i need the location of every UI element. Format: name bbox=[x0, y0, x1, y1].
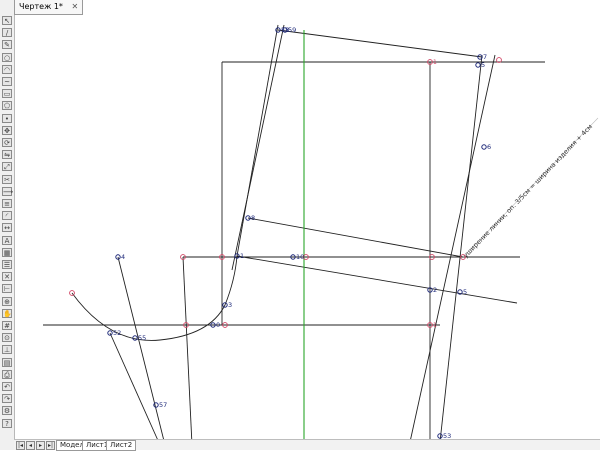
point-label: 8 bbox=[251, 214, 255, 222]
armhole-curve bbox=[71, 255, 238, 341]
point-label: 0 bbox=[216, 321, 220, 329]
last-sheet-icon[interactable]: ▸| bbox=[46, 441, 55, 450]
construction-point[interactable] bbox=[437, 433, 443, 439]
slant-line-left-a bbox=[236, 24, 279, 257]
point-label: 10 bbox=[296, 253, 304, 261]
next-sheet-icon[interactable]: ▸ bbox=[36, 441, 45, 450]
slant-line-lower-a bbox=[117, 256, 166, 446]
construction-annotation: уширение линии, оп. 3/5см = ширина издел… bbox=[462, 123, 594, 260]
point-label: 7 bbox=[483, 53, 487, 61]
control-point-label: 1 bbox=[433, 322, 437, 329]
sheet-tab-bar: |◂ ◂ ▸ ▸| Модель Лист1 Лист2 bbox=[14, 439, 600, 451]
point-label: 4 bbox=[121, 253, 125, 261]
construction-lines bbox=[43, 24, 599, 446]
construction-point[interactable] bbox=[481, 144, 487, 150]
sheet-tab-2[interactable]: Лист2 bbox=[106, 440, 137, 451]
rotated-mid-edge bbox=[247, 217, 464, 258]
point-label: 55 bbox=[138, 334, 146, 342]
first-sheet-icon[interactable]: |◂ bbox=[16, 441, 25, 450]
point-label: 59 bbox=[288, 26, 296, 34]
point-label: 52 bbox=[113, 329, 121, 337]
prev-sheet-icon[interactable]: ◂ bbox=[26, 441, 35, 450]
construction-point[interactable] bbox=[153, 402, 159, 408]
rotated-top-edge bbox=[277, 29, 483, 58]
point-label: 1 bbox=[240, 252, 244, 260]
point-label: 6 bbox=[487, 143, 491, 151]
numbered-points-group: 8013452555758595672 51053 bbox=[107, 26, 491, 440]
control-point-label: 1 bbox=[433, 59, 437, 66]
construction-point[interactable] bbox=[475, 62, 481, 68]
point-label: 5 bbox=[481, 61, 485, 69]
slant-line-lower-b bbox=[109, 332, 161, 446]
slant-line-right-b bbox=[409, 54, 496, 443]
rotated-lower-edge bbox=[236, 255, 518, 304]
point-label: 2 bbox=[433, 286, 437, 294]
drawing-canvas[interactable]: уширение линии, оп. 3/5см = ширина издел… bbox=[0, 0, 600, 450]
point-label: 3 bbox=[228, 301, 232, 309]
point-label: 5 bbox=[463, 288, 467, 296]
point-label: 57 bbox=[159, 401, 167, 409]
slant-line-lower-c bbox=[182, 256, 193, 446]
